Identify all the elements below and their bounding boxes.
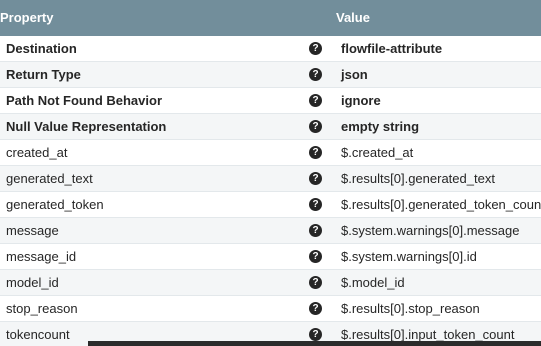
property-value[interactable]: $.results[0].generated_token_count [341,192,541,217]
property-value[interactable]: json [341,62,368,87]
help-icon[interactable]: ? [309,302,322,315]
table-row[interactable]: stop_reason ? $.results[0].stop_reason [0,296,541,322]
property-value[interactable]: ignore [341,88,381,113]
table-row[interactable]: created_at ? $.created_at [0,140,541,166]
table-row[interactable]: Return Type ? json [0,62,541,88]
property-value[interactable]: $.created_at [341,140,413,165]
property-name: message_id [6,249,77,264]
table-row[interactable]: generated_text ? $.results[0].generated_… [0,166,541,192]
property-value[interactable]: $.results[0].stop_reason [341,296,480,321]
table-row[interactable]: Null Value Representation ? empty string [0,114,541,140]
help-icon[interactable]: ? [309,198,322,211]
table-row[interactable]: generated_token ? $.results[0].generated… [0,192,541,218]
property-value[interactable]: $.results[0].generated_text [341,166,495,191]
property-name: Path Not Found Behavior [6,93,162,108]
property-name: model_id [6,275,59,290]
table-body: Destination ? flowfile-attribute Return … [0,36,541,346]
property-name: tokencount [6,327,70,342]
properties-table: Property Value Destination ? flowfile-at… [0,0,541,346]
table-row[interactable]: message ? $.system.warnings[0].message [0,218,541,244]
column-header-value[interactable]: Value [336,0,370,36]
table-row[interactable]: Destination ? flowfile-attribute [0,36,541,62]
help-icon[interactable]: ? [309,120,322,133]
help-icon[interactable]: ? [309,224,322,237]
property-name: Destination [6,41,77,56]
property-name: Null Value Representation [6,119,167,134]
table-row[interactable]: message_id ? $.system.warnings[0].id [0,244,541,270]
property-name: message [6,223,59,238]
help-icon[interactable]: ? [309,94,322,107]
column-header-property[interactable]: Property [0,0,53,36]
property-value[interactable]: $.system.warnings[0].message [341,218,519,243]
help-icon[interactable]: ? [309,250,322,263]
help-icon[interactable]: ? [309,42,322,55]
property-name: created_at [6,145,68,160]
help-icon[interactable]: ? [309,146,322,159]
help-icon[interactable]: ? [309,172,322,185]
property-name: generated_token [6,197,104,212]
property-value[interactable]: empty string [341,114,419,139]
help-icon[interactable]: ? [309,68,322,81]
table-row[interactable]: Path Not Found Behavior ? ignore [0,88,541,114]
table-row[interactable]: model_id ? $.model_id [0,270,541,296]
table-header: Property Value [0,0,541,36]
help-icon[interactable]: ? [309,328,322,341]
property-name: stop_reason [6,301,78,316]
help-icon[interactable]: ? [309,276,322,289]
property-name: generated_text [6,171,93,186]
property-value[interactable]: $.model_id [341,270,405,295]
horizontal-scrollbar[interactable] [88,341,541,346]
property-value[interactable]: flowfile-attribute [341,36,442,61]
property-value[interactable]: $.system.warnings[0].id [341,244,477,269]
property-name: Return Type [6,67,81,82]
